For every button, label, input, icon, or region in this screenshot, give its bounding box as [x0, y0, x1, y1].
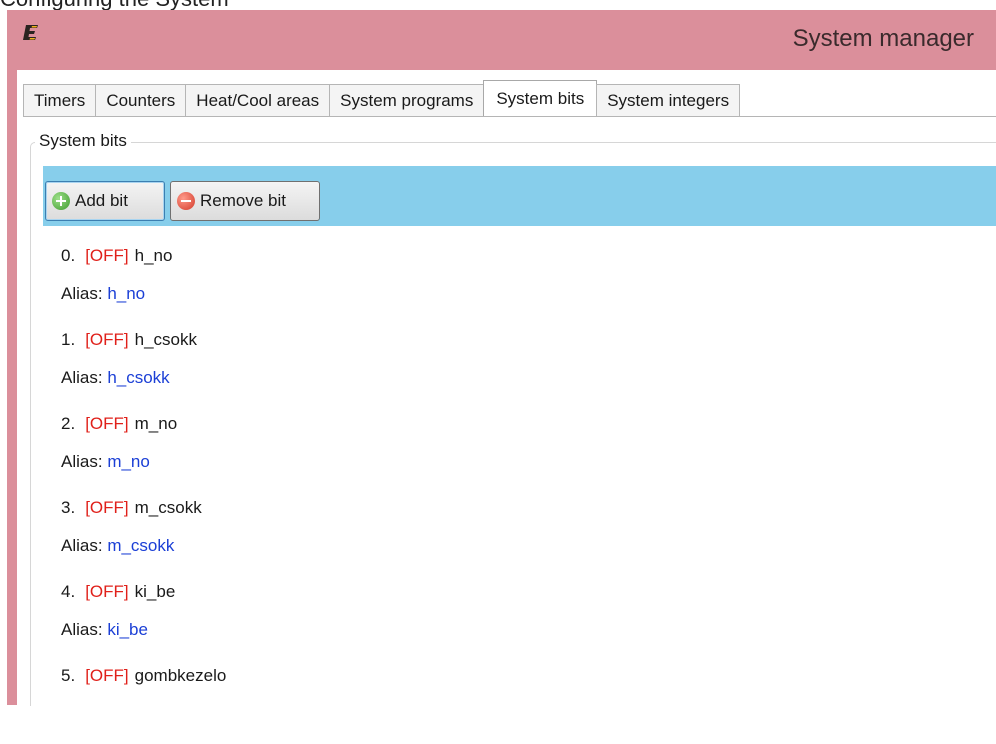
alias-value: h_no: [107, 284, 146, 303]
bit-item[interactable]: 1. [OFF] h_csokk Alias: h_csokk: [61, 324, 961, 408]
remove-bit-label: Remove bit: [200, 191, 286, 210]
bit-state: [OFF]: [85, 330, 129, 349]
system-manager-window: System manager Timers Counters Heat/Cool…: [7, 10, 996, 706]
bits-toolbar: Add bit Remove bit: [43, 166, 996, 226]
bit-name: h_csokk: [134, 330, 198, 349]
remove-bit-button[interactable]: Remove bit: [170, 181, 320, 221]
bits-list: 0. [OFF] h_no Alias: h_no 1. [OFF] h_csokk A…: [61, 240, 961, 744]
bit-state: [OFF]: [85, 666, 129, 685]
bit-alias-row: Alias: m_csokk: [61, 536, 174, 556]
tab-panel-border: [23, 116, 996, 117]
bit-index: 0.: [61, 246, 76, 265]
bit-index: 5.: [61, 666, 76, 685]
tab-system-programs[interactable]: System programs: [329, 84, 485, 116]
bit-item[interactable]: 0. [OFF] h_no Alias: h_no: [61, 240, 961, 324]
tab-counters[interactable]: Counters: [95, 84, 187, 116]
bit-name: m_csokk: [134, 498, 202, 517]
client-area: Timers Counters Heat/Cool areas System p…: [17, 70, 996, 706]
bit-index: 1.: [61, 330, 76, 349]
bit-header: 3. [OFF] m_csokk: [61, 498, 202, 518]
minus-circle-icon: [177, 192, 195, 210]
page-header: Configuring the System: [0, 0, 996, 11]
tab-system-bits[interactable]: System bits: [483, 80, 598, 116]
bit-name: h_no: [134, 246, 173, 265]
tab-heat-cool-areas[interactable]: Heat/Cool areas: [185, 84, 331, 116]
bit-header: 2. [OFF] m_no: [61, 414, 177, 434]
alias-value: m_no: [107, 452, 150, 471]
bit-alias-row: Alias: h_no: [61, 284, 145, 304]
bit-item[interactable]: 5. [OFF] gombkezelo: [61, 660, 961, 744]
alias-label: Alias:: [61, 284, 103, 303]
bit-state: [OFF]: [85, 246, 129, 265]
bit-item[interactable]: 2. [OFF] m_no Alias: m_no: [61, 408, 961, 492]
tab-timers[interactable]: Timers: [23, 84, 97, 116]
alias-label: Alias:: [61, 368, 103, 387]
bit-index: 2.: [61, 414, 76, 433]
bit-state: [OFF]: [85, 498, 129, 517]
bit-item[interactable]: 3. [OFF] m_csokk Alias: m_csokk: [61, 492, 961, 576]
window-title: System manager: [792, 25, 974, 52]
alias-value: ki_be: [107, 620, 148, 639]
alias-value: h_csokk: [107, 368, 170, 387]
bit-index: 3.: [61, 498, 76, 517]
bit-header: 5. [OFF] gombkezelo: [61, 666, 226, 686]
bit-header: 0. [OFF] h_no: [61, 246, 172, 266]
plus-circle-icon: [52, 192, 70, 210]
bit-state: [OFF]: [85, 582, 129, 601]
groupbox-title: System bits: [35, 131, 131, 151]
title-bar: System manager: [7, 10, 996, 70]
alias-value: m_csokk: [107, 536, 175, 555]
bit-header: 4. [OFF] ki_be: [61, 582, 175, 602]
bit-name: m_no: [134, 414, 178, 433]
alias-label: Alias:: [61, 452, 103, 471]
alias-label: Alias:: [61, 536, 103, 555]
bit-index: 4.: [61, 582, 76, 601]
bit-alias-row: Alias: ki_be: [61, 620, 148, 640]
bit-header: 1. [OFF] h_csokk: [61, 330, 197, 350]
bit-state: [OFF]: [85, 414, 129, 433]
alias-label: Alias:: [61, 620, 103, 639]
add-bit-button[interactable]: Add bit: [45, 181, 165, 221]
tab-strip: Timers Counters Heat/Cool areas System p…: [23, 80, 741, 116]
bit-name: ki_be: [134, 582, 176, 601]
e-logo-icon: [23, 25, 38, 40]
bit-name: gombkezelo: [134, 666, 227, 685]
bit-alias-row: Alias: h_csokk: [61, 368, 170, 388]
bit-item[interactable]: 4. [OFF] ki_be Alias: ki_be: [61, 576, 961, 660]
tab-system-integers[interactable]: System integers: [596, 84, 741, 116]
add-bit-label: Add bit: [75, 191, 128, 210]
bit-alias-row: Alias: m_no: [61, 452, 150, 472]
